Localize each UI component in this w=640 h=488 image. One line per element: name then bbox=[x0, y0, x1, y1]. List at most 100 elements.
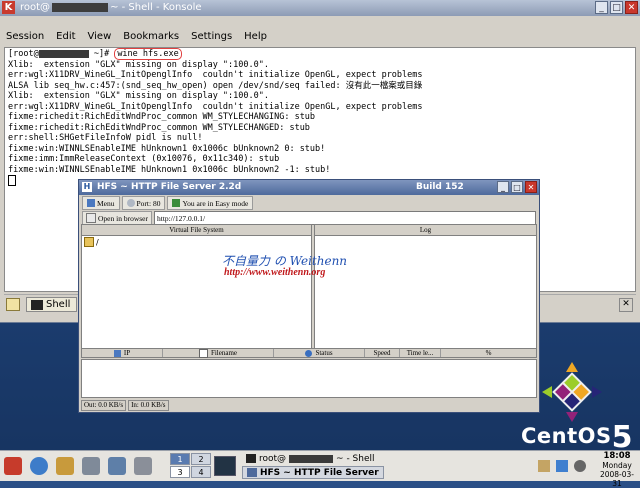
new-tab-icon[interactable] bbox=[6, 298, 20, 311]
task-konsole[interactable]: root@ ~ - Shell bbox=[242, 452, 379, 465]
file-icon bbox=[198, 348, 208, 358]
konsole-menubar: Session Edit View Bookmarks Settings Hel… bbox=[0, 28, 640, 46]
menu-button[interactable]: Menu bbox=[82, 196, 120, 210]
connections-list[interactable] bbox=[81, 359, 537, 398]
terminal-line: err:shell:SHGetFileInfoW pidl is null! bbox=[8, 133, 203, 143]
col-time-left[interactable]: Time le... bbox=[400, 349, 441, 357]
terminal-text: [root@ ~]# wine hfs.exe Xlib: extension … bbox=[5, 48, 635, 188]
col-status[interactable]: Status bbox=[274, 349, 365, 357]
close-button[interactable]: ✕ bbox=[625, 1, 638, 14]
port-label: Port: 80 bbox=[136, 198, 161, 208]
vfs-header: Virtual File System bbox=[82, 225, 311, 236]
hfs-minimize-button[interactable]: _ bbox=[497, 181, 509, 193]
brand-name: CentOS bbox=[521, 424, 612, 448]
desktop-3[interactable]: 3 bbox=[170, 466, 190, 478]
task-hfs[interactable]: HFS ~ HTTP File Server bbox=[242, 466, 384, 479]
ip-icon bbox=[113, 349, 121, 357]
port-button[interactable]: Port: 80 bbox=[121, 196, 166, 210]
terminal-launcher-icon[interactable] bbox=[82, 457, 100, 475]
volume-icon[interactable] bbox=[574, 460, 586, 472]
hfs-toolbar: Menu Port: 80 You are in Easy mode bbox=[79, 195, 539, 211]
col-status-label: Status bbox=[315, 349, 333, 357]
clock-day: Monday bbox=[602, 461, 632, 470]
hfs-title: HFS ~ HTTP File Server 2.2d bbox=[97, 182, 242, 192]
desktop-1[interactable]: 1 bbox=[170, 453, 190, 465]
title-user: root@ bbox=[20, 2, 51, 13]
col-ip[interactable]: IP bbox=[82, 349, 163, 357]
tab-shell[interactable]: Shell bbox=[26, 297, 78, 312]
port-icon bbox=[126, 199, 135, 207]
status-out: Out: 0.0 KB/s bbox=[81, 400, 127, 411]
title-text: ~ - Shell - Konsole bbox=[110, 2, 202, 13]
task1-suffix: ~ - Shell bbox=[336, 453, 375, 464]
terminal-line: ALSA lib seq_hw.c:457:(snd_seq_hw_open) … bbox=[8, 80, 423, 91]
col-filename[interactable]: Filename bbox=[163, 348, 274, 358]
log-pane[interactable]: Log bbox=[314, 224, 537, 350]
task2-label: HFS ~ HTTP File Server bbox=[260, 467, 379, 478]
konsole-app-icon[interactable]: K bbox=[2, 1, 15, 14]
network-icon[interactable] bbox=[556, 460, 568, 472]
mode-button[interactable]: You are in Easy mode bbox=[167, 196, 254, 210]
clock[interactable]: 18:08 Monday 2008-03-31 bbox=[596, 452, 638, 488]
redacted-hostname bbox=[289, 454, 334, 463]
menu-edit[interactable]: Edit bbox=[50, 28, 81, 46]
desktop-2[interactable]: 2 bbox=[191, 453, 211, 465]
desktop-4[interactable]: 4 bbox=[191, 466, 211, 478]
col-filename-label: Filename bbox=[210, 349, 238, 357]
system-monitor-icon[interactable] bbox=[214, 456, 236, 476]
hfs-task-icon bbox=[247, 468, 257, 477]
mode-icon bbox=[172, 199, 181, 207]
hfs-title-bar[interactable]: H HFS ~ HTTP File Server 2.2d Build 152 … bbox=[79, 180, 539, 195]
system-tray bbox=[538, 460, 586, 472]
terminal-icon bbox=[246, 454, 256, 463]
minimize-button[interactable]: _ bbox=[595, 1, 608, 14]
text-editor-launcher-icon[interactable] bbox=[134, 457, 152, 475]
terminal-line: fixme:richedit:RichEditWndProc_common WM… bbox=[8, 112, 316, 122]
hfs-build: Build 152 bbox=[416, 182, 464, 192]
connections-header: IP Filename Status Speed Time le... % bbox=[81, 348, 537, 358]
terminal-line: fixme:richedit:RichEditWndProc_common WM… bbox=[8, 122, 310, 133]
command-text: wine hfs.exe bbox=[114, 48, 182, 60]
prompt-prefix: [root@ bbox=[8, 49, 39, 59]
browser-launcher-icon[interactable] bbox=[30, 457, 48, 475]
terminal-line: fixme:imm:ImmReleaseContext (0x10076, 0x… bbox=[8, 154, 280, 164]
clipboard-icon[interactable] bbox=[538, 460, 550, 472]
hfs-maximize-button[interactable]: □ bbox=[511, 181, 523, 193]
start-menu-icon[interactable] bbox=[4, 457, 22, 475]
taskbar: 1 2 3 4 root@ ~ - Shell HFS ~ HTTP File S… bbox=[0, 450, 640, 488]
hfs-app-icon[interactable]: H bbox=[82, 182, 92, 192]
col-percent[interactable]: % bbox=[441, 349, 536, 357]
menu-bookmarks[interactable]: Bookmarks bbox=[117, 28, 185, 46]
url-field[interactable]: http://127.0.0.1/ bbox=[154, 211, 536, 225]
file-manager-launcher-icon[interactable] bbox=[108, 457, 126, 475]
clock-time: 18:08 bbox=[603, 451, 631, 461]
home-folder-launcher-icon[interactable] bbox=[56, 457, 74, 475]
browser-icon bbox=[86, 213, 96, 223]
terminal-cursor bbox=[8, 175, 16, 186]
maximize-button[interactable]: □ bbox=[610, 1, 623, 14]
url-text: http://127.0.0.1/ bbox=[157, 213, 206, 223]
terminal-line: err:wgl:X11DRV_WineGL_InitOpenglInfo cou… bbox=[8, 70, 423, 80]
terminal-icon bbox=[31, 299, 43, 310]
close-tab-icon[interactable]: ✕ bbox=[619, 298, 633, 312]
konsole-title-bar[interactable]: K root@ ~ - Shell - Konsole _ □ ✕ bbox=[0, 0, 640, 16]
redacted-host bbox=[38, 49, 89, 58]
col-ip-label: IP bbox=[123, 349, 131, 357]
open-in-browser-button[interactable]: Open in browser bbox=[82, 211, 152, 225]
clock-date: 2008-03-31 bbox=[599, 470, 635, 488]
menu-label: Menu bbox=[97, 198, 115, 208]
menu-view[interactable]: View bbox=[82, 28, 118, 46]
hfs-close-button[interactable]: ✕ bbox=[525, 181, 537, 193]
log-header: Log bbox=[315, 225, 536, 236]
open-in-browser-label: Open in browser bbox=[98, 213, 148, 223]
col-speed[interactable]: Speed bbox=[365, 349, 400, 357]
menu-settings[interactable]: Settings bbox=[185, 28, 238, 46]
vfs-root-item[interactable]: / bbox=[82, 236, 311, 248]
terminal-line: Xlib: extension "GLX" missing on display… bbox=[8, 59, 269, 70]
vfs-pane[interactable]: Virtual File System / bbox=[81, 224, 312, 350]
konsole-title: root@ ~ - Shell - Konsole bbox=[20, 2, 202, 13]
col-time-left-label: Time le... bbox=[406, 349, 434, 357]
redacted-hostname bbox=[52, 2, 109, 12]
menu-help[interactable]: Help bbox=[238, 28, 273, 46]
menu-session[interactable]: Session bbox=[0, 28, 50, 46]
